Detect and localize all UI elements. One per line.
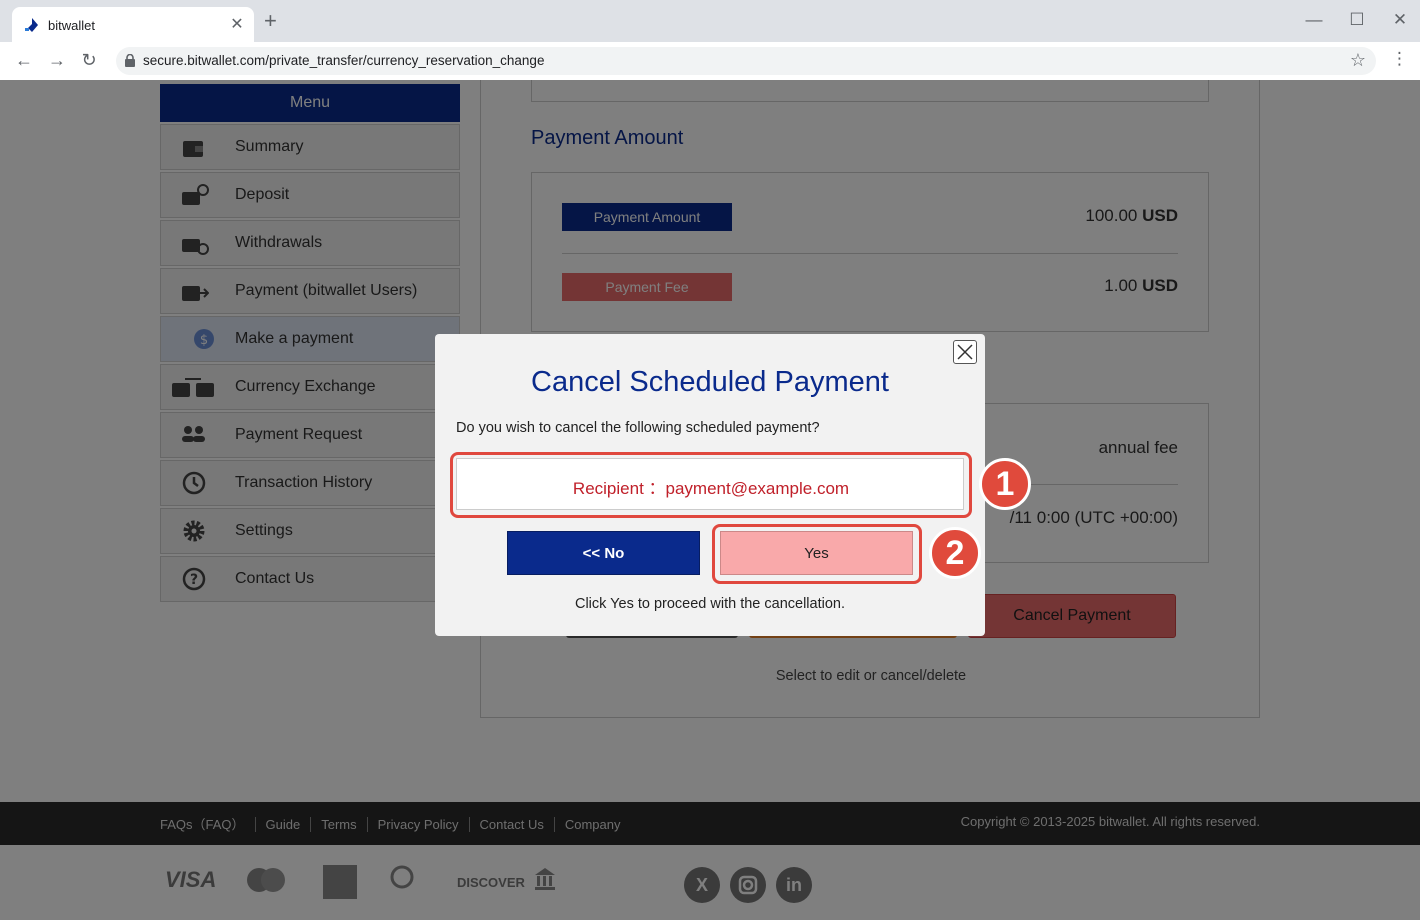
browser-menu-icon[interactable]: ⋮ [1391,49,1408,69]
browser-tab[interactable]: bitwallet ✕ [12,7,254,42]
close-tab-icon[interactable]: ✕ [228,14,246,34]
modal-close-button[interactable] [953,340,977,364]
browser-chrome: bitwallet ✕ + — ☐ ✕ ← → ↻ secure.bitwall… [0,0,1420,80]
callout-badge-2: 2 [929,527,981,579]
bookmark-star-icon[interactable]: ☆ [1350,50,1366,71]
new-tab-button[interactable]: + [264,10,277,32]
tab-strip: bitwallet ✕ + — ☐ ✕ [0,0,1420,42]
no-button[interactable]: << No [507,531,700,575]
minimize-icon[interactable]: — [1299,10,1329,30]
back-icon[interactable]: ← [12,50,36,71]
address-bar[interactable]: secure.bitwallet.com/private_transfer/cu… [116,47,1376,75]
modal-title: Cancel Scheduled Payment [531,366,889,398]
bitwallet-logo-icon [25,18,38,32]
forward-icon[interactable]: → [45,50,69,71]
lock-icon [125,54,135,67]
callout-badge-1: 1 [979,458,1031,510]
reload-icon[interactable]: ↻ [77,50,101,71]
tab-title: bitwallet [48,18,95,33]
modal-note: Click Yes to proceed with the cancellati… [574,596,846,612]
maximize-icon[interactable]: ☐ [1342,10,1372,30]
close-window-icon[interactable]: ✕ [1385,10,1415,30]
modal-question: Do you wish to cancel the following sche… [456,420,820,436]
recipient-highlight [450,452,972,518]
close-icon [957,344,973,360]
navigation-bar: ← → ↻ secure.bitwallet.com/private_trans… [0,42,1420,80]
url-text: secure.bitwallet.com/private_transfer/cu… [143,53,545,68]
yes-highlight [712,524,922,584]
